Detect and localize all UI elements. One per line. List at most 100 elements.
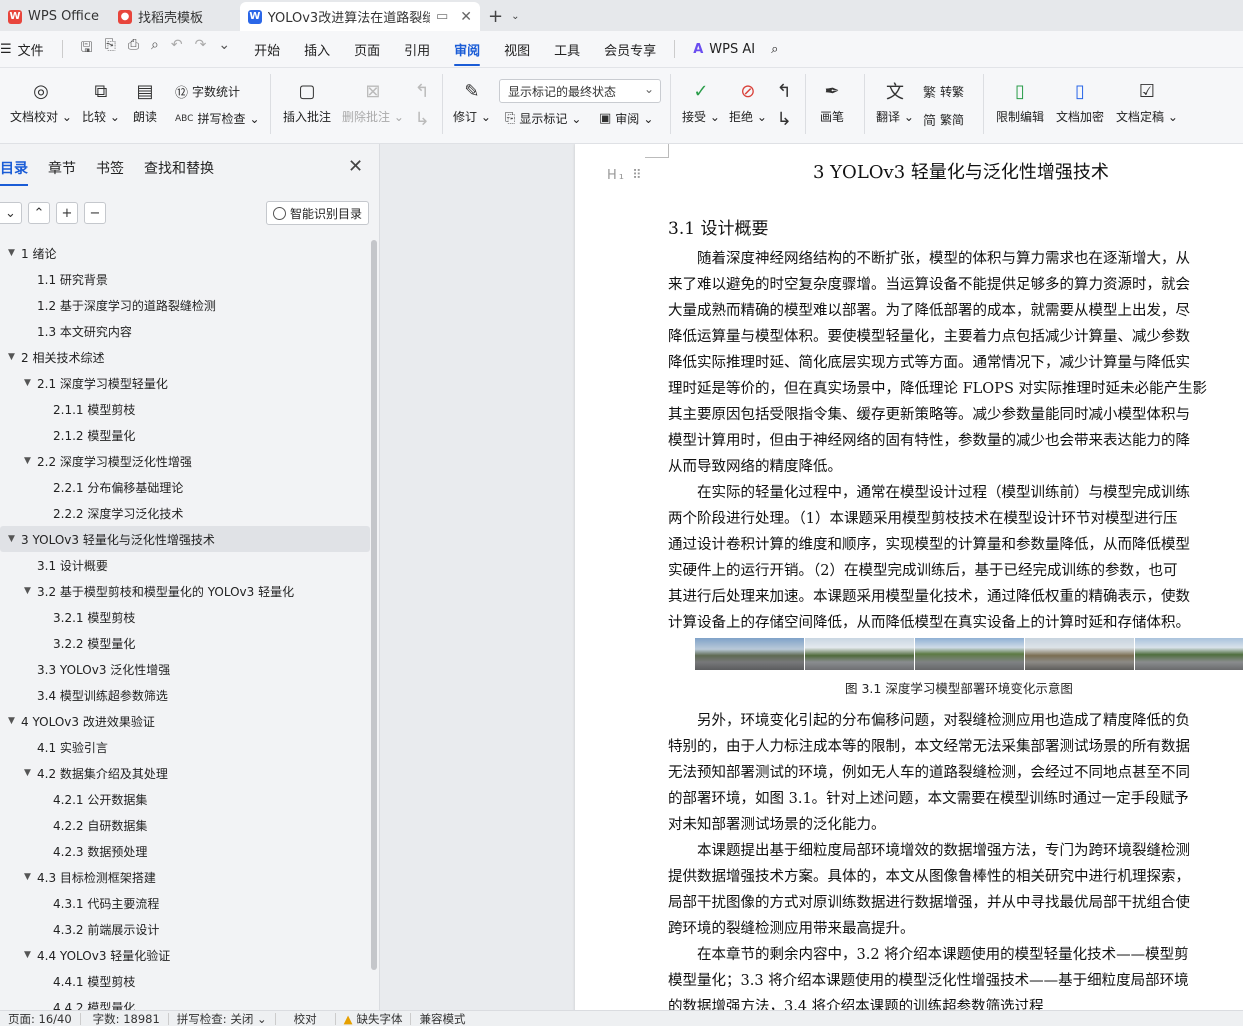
toc-item[interactable]: 3.3 YOLOv3 泛化性增强 [0, 656, 370, 682]
restrict-edit-button[interactable]: ▯ 限制编辑 [996, 78, 1044, 125]
close-tab-icon[interactable]: ✕ [460, 9, 472, 25]
encrypt-button[interactable]: ▯ 文档加密 [1056, 78, 1104, 125]
export-icon[interactable]: ⎘ [105, 37, 116, 61]
compare-button[interactable]: ⧉ 比较 ⌄ [82, 78, 120, 125]
toc-scrollbar[interactable] [371, 240, 377, 970]
insert-comment-button[interactable]: ▢ 插入批注 [283, 78, 331, 125]
menu-reference[interactable]: 引用 [392, 31, 442, 68]
toc-item[interactable]: 1.3 本文研究内容 [0, 318, 370, 344]
next-change-button[interactable]: ↳ [772, 106, 796, 136]
toc-item[interactable]: 1.1 研究背景 [0, 266, 370, 292]
proofread-status[interactable]: 校对 [276, 1012, 336, 1026]
toc-item[interactable]: ▼ 4.4 YOLOv3 轻量化验证 [0, 942, 370, 968]
revise-button[interactable]: ✎ 修订 ⌄ [453, 78, 491, 125]
more-chevron-icon[interactable]: ⌄ [218, 37, 230, 61]
tab-wps-office[interactable]: W WPS Office [0, 2, 110, 31]
finalize-button[interactable]: ☑ 文档定稿 ⌄ [1116, 78, 1178, 125]
prev-comment-button[interactable]: ↰ [410, 78, 434, 108]
word-count-button[interactable]: ⑫ 字数统计 [175, 82, 240, 101]
chevron-down-icon[interactable]: ⌄ [511, 11, 519, 22]
markup-mode-select[interactable]: 显示标记的最终状态 ⌄ [499, 79, 661, 103]
collapse-arrow-icon[interactable]: ▼ [8, 534, 15, 544]
delete-comment-button[interactable]: ⊠ 删除批注 ⌄ [342, 78, 404, 125]
spell-check-status[interactable]: 拼写检查: 关闭 ⌄ [169, 1012, 276, 1026]
search-icon[interactable]: ⌕ [767, 31, 782, 68]
promote-level-icon[interactable]: ⌃ [28, 202, 50, 224]
toc-item[interactable]: 2.1.2 模型量化 [0, 422, 370, 448]
toc-item[interactable]: 4.3.2 前端展示设计 [0, 916, 370, 942]
add-heading-icon[interactable]: + [56, 202, 78, 224]
toc-item[interactable]: 3.2.2 模型量化 [0, 630, 370, 656]
undo-icon[interactable]: ↶ [171, 37, 183, 61]
nav-tab-find-replace[interactable]: 查找和替换 [134, 158, 224, 178]
review-pane-button[interactable]: ▣ 审阅 ⌄ [599, 110, 653, 127]
toc-item[interactable]: ▼ 4.2 数据集介绍及其处理 [0, 760, 370, 786]
toc-item[interactable]: ▼ 2 相关技术综述 [0, 344, 370, 370]
toc-item[interactable]: 4.2.3 数据预处理 [0, 838, 370, 864]
collapse-arrow-icon[interactable]: ▼ [24, 768, 31, 778]
spell-check-button[interactable]: ABC 拼写检查 ⌄ [175, 110, 260, 127]
toc-item[interactable]: ▼ 3 YOLOv3 轻量化与泛化性增强技术 [0, 526, 370, 552]
next-comment-button[interactable]: ↳ [410, 106, 434, 136]
print-icon[interactable]: ⎙ [128, 37, 139, 61]
toc-item[interactable]: 3.2.1 模型剪枝 [0, 604, 370, 630]
read-aloud-button[interactable]: ▤ 朗读 [133, 78, 157, 125]
reject-button[interactable]: ⊘ 拒绝 ⌄ [729, 78, 767, 125]
toc-item[interactable]: 4.3.1 代码主要流程 [0, 890, 370, 916]
close-pane-icon[interactable]: ✕ [348, 156, 363, 177]
nav-tab-chapter[interactable]: 章节 [38, 158, 86, 178]
collapse-arrow-icon[interactable]: ▼ [24, 378, 31, 388]
proofread-button[interactable]: ◎ 文档校对 ⌄ [10, 78, 72, 125]
menu-start[interactable]: 开始 [242, 31, 292, 68]
prev-change-button[interactable]: ↰ [772, 78, 796, 108]
tab-docer-template[interactable]: ● 找稻壳模板 [110, 2, 240, 31]
toc-item[interactable]: 3.4 模型训练超参数筛选 [0, 682, 370, 708]
document-page[interactable]: H₁ ⠿ 3 YOLOv3 轻量化与泛化性增强技术 3.1 设计概要 随着深度神… [575, 144, 1243, 1010]
heading-handle-icon[interactable]: H₁ ⠿ [607, 168, 644, 183]
pen-button[interactable]: ✒ 画笔 [820, 78, 844, 125]
monitor-icon[interactable]: ▭ [436, 9, 448, 24]
expand-menu-icon[interactable]: ⌄ [0, 202, 22, 224]
menu-page[interactable]: 页面 [342, 31, 392, 68]
toc-item[interactable]: 2.2.2 深度学习泛化技术 [0, 500, 370, 526]
to-traditional-button[interactable]: 繁 转繁 [923, 82, 964, 101]
tab-active-document[interactable]: W YOLOv3改进算法在道路裂缝 ▭ ✕ [240, 2, 480, 31]
menu-view[interactable]: 视图 [492, 31, 542, 68]
nav-tab-toc[interactable]: 目录 [0, 158, 38, 186]
toc-item[interactable]: ▼ 2.2 深度学习模型泛化性增强 [0, 448, 370, 474]
toc-item[interactable]: ▼ 2.1 深度学习模型轻量化 [0, 370, 370, 396]
menu-insert[interactable]: 插入 [292, 31, 342, 68]
translate-button[interactable]: 文 翻译 ⌄ [876, 78, 914, 125]
toc-item[interactable]: 1.2 基于深度学习的道路裂缝检测 [0, 292, 370, 318]
collapse-arrow-icon[interactable]: ▼ [8, 352, 15, 362]
smart-toc-button[interactable]: 智能识别目录 [266, 201, 370, 225]
toc-item[interactable]: 4.1 实验引言 [0, 734, 370, 760]
toc-item[interactable]: 4.4.1 模型剪枝 [0, 968, 370, 994]
menu-member[interactable]: 会员专享 [592, 31, 668, 68]
toc-item[interactable]: 2.1.1 模型剪枝 [0, 396, 370, 422]
collapse-arrow-icon[interactable]: ▼ [8, 716, 15, 726]
missing-font-status[interactable]: ▲ 缺失字体 [336, 1012, 412, 1026]
nav-tab-bookmark[interactable]: 书签 [86, 158, 134, 178]
menu-review[interactable]: 审阅 [442, 31, 492, 68]
toc-item[interactable]: ▼ 4.3 目标检测框架搭建 [0, 864, 370, 890]
collapse-arrow-icon[interactable]: ▼ [24, 950, 31, 960]
remove-heading-icon[interactable]: − [84, 202, 106, 224]
toc-item[interactable]: ▼ 4 YOLOv3 改进效果验证 [0, 708, 370, 734]
collapse-arrow-icon[interactable]: ▼ [24, 872, 31, 882]
new-tab-button[interactable]: + ⌄ [488, 2, 519, 31]
save-icon[interactable]: 🖫 [81, 37, 93, 61]
toc-item[interactable]: 3.1 设计概要 [0, 552, 370, 578]
to-simplified-button[interactable]: 简 繁简 [923, 110, 964, 129]
menu-tools[interactable]: 工具 [542, 31, 592, 68]
accept-button[interactable]: ✓ 接受 ⌄ [682, 78, 720, 125]
toc-item[interactable]: 4.2.2 自研数据集 [0, 812, 370, 838]
collapse-arrow-icon[interactable]: ▼ [8, 248, 15, 258]
wps-ai-button[interactable]: A WPS AI [681, 31, 767, 68]
show-markup-button[interactable]: ⎘ 显示标记 ⌄ [505, 110, 581, 127]
collapse-arrow-icon[interactable]: ▼ [24, 456, 31, 466]
toc-item[interactable]: ▼ 1 绪论 [0, 240, 370, 266]
plus-icon[interactable]: + [488, 6, 503, 27]
collapse-arrow-icon[interactable]: ▼ [24, 586, 31, 596]
word-count-indicator[interactable]: 字数: 18981 [81, 1012, 169, 1026]
